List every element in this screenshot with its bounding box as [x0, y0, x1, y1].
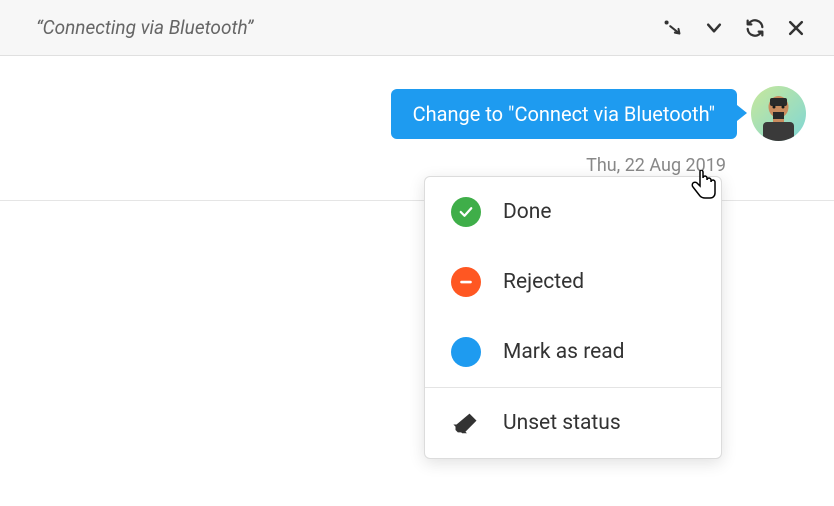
chevron-down-icon[interactable]	[704, 18, 724, 38]
close-icon[interactable]	[786, 18, 806, 38]
message-row: Change to "Connect via Bluetooth"	[36, 86, 806, 141]
dropdown-item-label: Done	[503, 200, 552, 224]
pointer-icon[interactable]	[662, 17, 684, 39]
dropdown-item-unset[interactable]: Unset status	[425, 388, 721, 458]
dropdown-item-mark-read[interactable]: Mark as read	[425, 317, 721, 387]
minus-icon	[451, 267, 481, 297]
dropdown-item-label: Rejected	[503, 270, 584, 294]
check-icon	[451, 197, 481, 227]
status-dropdown: Done Rejected Mark as read Unset status	[424, 176, 722, 459]
dropdown-item-label: Mark as read	[503, 340, 625, 364]
dropdown-item-rejected[interactable]: Rejected	[425, 247, 721, 317]
dropdown-item-done[interactable]: Done	[425, 177, 721, 247]
header-title: “Connecting via Bluetooth”	[36, 16, 253, 39]
timestamp: Thu, 22 Aug 2019	[586, 155, 726, 176]
eraser-icon	[451, 408, 481, 438]
dropdown-item-label: Unset status	[503, 411, 621, 435]
refresh-icon[interactable]	[744, 17, 766, 39]
message-bubble[interactable]: Change to "Connect via Bluetooth"	[391, 89, 737, 139]
dot-icon	[451, 337, 481, 367]
avatar[interactable]	[751, 86, 806, 141]
header-bar: “Connecting via Bluetooth”	[0, 0, 834, 56]
header-actions	[662, 17, 806, 39]
timestamp-row: Thu, 22 Aug 2019	[36, 155, 806, 176]
